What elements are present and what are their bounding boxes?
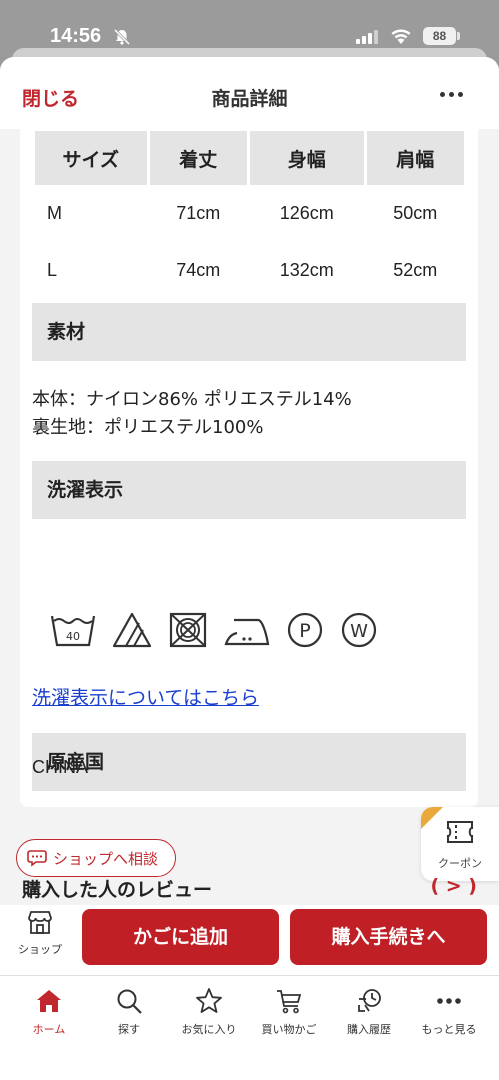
size-cell: M <box>47 203 62 223</box>
add-to-cart-button[interactable]: かごに追加 <box>82 909 279 965</box>
material-heading: 素材 <box>32 303 466 361</box>
origin-heading: 原産国 <box>32 733 466 791</box>
svg-text:P: P <box>299 620 310 642</box>
review-title: 購入した人のレビュー <box>22 879 213 901</box>
history-icon <box>358 989 381 1012</box>
tab-label: 購入履歴 <box>347 1023 391 1036</box>
home-icon <box>37 990 61 1012</box>
action-bar: ショップ かごに追加 購入手続きへ <box>0 905 499 975</box>
coupon-icon <box>447 821 473 843</box>
origin-value: CHINA <box>32 757 89 777</box>
tab-label: ホーム <box>32 1023 66 1036</box>
review-arrow-button[interactable]: ( > ) <box>430 875 477 897</box>
material-line: 本体：ナイロン86% ポリエステル14% <box>32 389 352 410</box>
coupon-label: クーポン <box>438 857 482 870</box>
laundry-heading: 洗濯表示 <box>32 461 466 519</box>
more-options-icon[interactable] <box>440 92 463 97</box>
tab-label: もっと見る <box>421 1023 477 1036</box>
more-icon <box>437 998 461 1004</box>
length-cell: 71cm <box>176 203 221 223</box>
wash-temperature: 40 <box>66 630 80 643</box>
size-table-header: サイズ 着丈 身幅 肩幅 <box>35 131 464 185</box>
size-header-cell: サイズ <box>35 131 147 185</box>
product-detail-card: サイズ 着丈 身幅 肩幅 M 71cm 126cm 50cm L 74cm 13… <box>20 119 478 807</box>
tab-cart[interactable]: 買い物かご <box>248 986 330 1037</box>
table-row: M 71cm 126cm 50cm <box>35 185 464 242</box>
tab-home[interactable]: ホーム <box>8 986 90 1037</box>
material-line: 裏生地：ポリエステル100% <box>32 417 264 438</box>
tab-favorites[interactable]: お気に入り <box>168 986 250 1037</box>
status-time: 14:56 <box>50 25 102 47</box>
dry-clean-p-icon: P <box>287 612 323 648</box>
consult-shop-button[interactable]: ショップへ相談 <box>16 839 176 877</box>
size-header-cell: 着丈 <box>149 131 247 185</box>
checkout-button[interactable]: 購入手続きへ <box>290 909 487 965</box>
svg-text:W: W <box>350 621 368 642</box>
tab-more[interactable]: もっと見る <box>408 986 490 1037</box>
battery-indicator: 88 <box>423 27 456 45</box>
width-cell: 132cm <box>279 260 334 280</box>
bleach-not-allowed-icon <box>112 612 152 648</box>
shoulder-cell: 52cm <box>393 260 438 280</box>
bottom-tab-bar: ホーム 探す お気に入り 買い物かご 購入履歴 もっと見る <box>0 975 499 1080</box>
coupon-corner-badge <box>421 807 443 829</box>
table-row: L 74cm 132cm 52cm <box>35 242 464 299</box>
coupon-button[interactable]: クーポン <box>421 807 499 881</box>
consult-label: ショップへ相談 <box>53 849 159 868</box>
tab-label: 買い物かご <box>261 1023 317 1036</box>
size-table: サイズ 着丈 身幅 肩幅 M 71cm 126cm 50cm L 74cm 13… <box>32 131 467 299</box>
product-detail-sheet: 閉じる 商品詳細 サイズ 着丈 身幅 肩幅 M 71cm 126cm 50cm <box>0 57 499 1080</box>
length-cell: 74cm <box>176 260 221 280</box>
iron-low-icon <box>224 618 270 646</box>
laundry-info-link[interactable]: 洗濯表示についてはこちら <box>32 683 259 710</box>
shop-icon <box>28 911 52 934</box>
shop-label: ショップ <box>18 943 62 956</box>
shoulder-cell: 50cm <box>393 203 438 223</box>
tab-search[interactable]: 探す <box>88 986 170 1037</box>
chat-icon <box>27 850 47 867</box>
star-icon <box>196 988 222 1013</box>
page-title: 商品詳細 <box>211 88 288 110</box>
size-header-cell: 肩幅 <box>366 131 464 185</box>
cart-icon <box>277 990 302 1014</box>
signal-icon <box>356 30 378 44</box>
width-cell: 126cm <box>279 203 334 223</box>
tab-label: 探す <box>118 1023 140 1036</box>
search-icon <box>117 989 142 1014</box>
tab-label: お気に入り <box>181 1023 237 1036</box>
wash-40-icon: 40 <box>50 615 96 647</box>
wifi-icon <box>391 29 411 44</box>
size-header-cell: 身幅 <box>249 131 364 185</box>
bell-muted-icon <box>113 28 131 46</box>
tab-history[interactable]: 購入履歴 <box>328 986 410 1037</box>
wet-clean-w-icon: W <box>341 612 377 648</box>
size-cell: L <box>47 260 58 280</box>
laundry-icons: 40 P W <box>50 611 394 649</box>
shop-button[interactable]: ショップ <box>10 909 70 965</box>
tumble-dry-prohibited-icon <box>169 612 207 648</box>
battery-tip <box>457 32 460 40</box>
